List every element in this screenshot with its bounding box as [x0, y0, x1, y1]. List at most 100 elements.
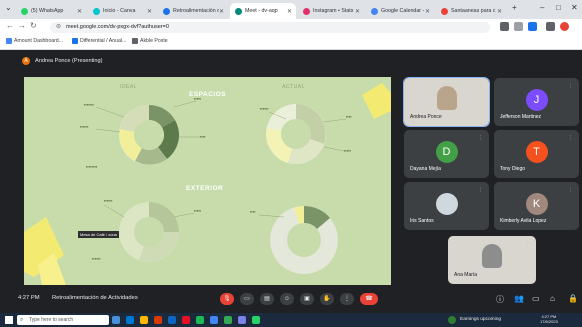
bookmark-item[interactable]: Akble Poste — [132, 38, 168, 44]
chart-label: ▪▪▪▪ — [346, 114, 352, 119]
minimize-button[interactable]: – — [540, 3, 544, 12]
tab-favicon-icon — [303, 7, 310, 15]
taskbar-app-icon[interactable] — [182, 316, 190, 324]
tab-close-icon[interactable]: ✕ — [219, 8, 224, 15]
slide-subheading-ideal: IDEAL — [120, 84, 137, 90]
mic-muted-icon: ⋮ — [478, 187, 483, 193]
participant-tile[interactable]: ⋮ Ana María — [448, 236, 536, 284]
chart-label: ▪▪▪▪▪▪ — [104, 198, 113, 203]
browser-tab[interactable]: (5) WhatsApp ✕ — [16, 3, 86, 19]
site-info-icon[interactable]: ⊜ — [56, 22, 61, 33]
forward-icon[interactable]: → — [18, 21, 26, 30]
news-ticker[interactable]: Earnings upcoming — [460, 317, 501, 322]
taskbar-app-icon[interactable] — [210, 316, 218, 324]
tab-label: Inicio - Canva — [103, 8, 136, 14]
tab-close-icon[interactable]: ✕ — [287, 8, 292, 15]
participant-name: Andrea Ponce — [410, 114, 442, 120]
taskbar-app-icon[interactable] — [154, 316, 162, 324]
participant-tile[interactable]: J ⋮ Jefferson Martinez — [494, 78, 579, 126]
tab-close-icon[interactable]: ✕ — [355, 8, 360, 15]
chart-tooltip: Mesa de Café / zona — [78, 231, 119, 238]
participant-avatar: D — [435, 141, 458, 163]
tab-favicon-icon — [93, 7, 100, 15]
taskbar-app-icon[interactable] — [238, 316, 246, 324]
present-button[interactable]: ▣ — [300, 293, 314, 305]
taskbar-app-icon[interactable] — [140, 316, 148, 324]
more-options-button[interactable]: ⋮ — [340, 293, 354, 305]
emoji-button[interactable]: ☺ — [280, 293, 294, 305]
browser-tab[interactable]: Santaaneas para c ✕ — [436, 3, 506, 19]
tab-close-icon[interactable]: ✕ — [77, 8, 82, 15]
bookmark-item[interactable]: Differential / Anual... — [72, 38, 126, 44]
cast-icon[interactable] — [500, 22, 509, 31]
microphone-off-button[interactable]: 🎙 — [220, 293, 234, 305]
browser-tab[interactable]: Meet - dv-aqp ✕ — [230, 3, 296, 19]
bookmark-item[interactable]: Amount Dashboard... — [6, 38, 63, 44]
browser-tab[interactable]: Google Calendar - W✕ — [366, 3, 434, 19]
reload-icon[interactable]: ↻ — [30, 21, 37, 30]
browser-tab[interactable]: Instagram • Stats ✕ — [298, 3, 364, 19]
raise-hand-button[interactable]: ✋ — [320, 293, 334, 305]
chart-label: ▪▪▪▪▪ — [194, 96, 202, 101]
participant-name: Kimberly Avila Lopez — [500, 218, 547, 224]
taskbar-app-icon[interactable] — [196, 316, 204, 324]
back-icon[interactable]: ← — [6, 21, 14, 30]
taskbar-search-input[interactable]: ⌕ Type here to search — [17, 315, 109, 325]
taskbar-app-icon[interactable] — [112, 316, 120, 324]
profile-avatar[interactable] — [560, 22, 569, 31]
mic-muted-icon: ⋮ — [568, 187, 573, 193]
participant-name: Jefferson Martinez — [500, 114, 542, 120]
taskbar-app-icon[interactable] — [126, 316, 134, 324]
chart-label: ▪▪▪▪ — [250, 209, 256, 214]
meeting-title: Retroalimentación de Actividades — [52, 295, 138, 301]
browser-tab[interactable]: Inicio - Canva ✕ — [88, 3, 156, 19]
host-controls-icon[interactable]: 🔒 — [568, 294, 578, 303]
participant-tile[interactable]: K ⋮ Kimberly Avila Lopez — [494, 182, 579, 230]
chart-label: ▪▪▪▪▪▪▪▪ — [86, 164, 98, 169]
search-icon: ⌕ — [20, 317, 24, 323]
participant-video — [482, 244, 502, 268]
activities-icon[interactable]: ⌂ — [550, 294, 555, 303]
participant-tile[interactable]: D ⋮ Dayana Mejía — [404, 130, 489, 178]
leave-call-button[interactable]: ☎ — [360, 293, 378, 305]
mic-muted-icon: ⋮ — [478, 135, 483, 141]
taskbar-app-icon[interactable] — [168, 316, 176, 324]
tab-favicon-icon — [163, 7, 170, 15]
sidebar-icon[interactable] — [546, 22, 555, 31]
tab-close-icon[interactable]: ✕ — [147, 8, 152, 15]
bookmark-star-icon[interactable] — [514, 22, 523, 31]
meeting-details-icon[interactable]: ⓘ — [496, 294, 504, 305]
donut-ideal-exterior — [119, 202, 179, 262]
tab-favicon-icon — [441, 7, 448, 15]
tab-close-icon[interactable]: ✕ — [425, 8, 430, 15]
tab-label: Instagram • Stats — [313, 8, 354, 14]
camera-button[interactable]: ▭ — [240, 293, 254, 305]
donut-actual-exterior — [270, 205, 338, 274]
mic-muted-icon: ⋮ — [525, 241, 530, 247]
people-icon[interactable]: 👥 — [514, 294, 524, 303]
weather-icon[interactable] — [448, 316, 456, 324]
url-field[interactable]: ⊜ meet.google.com/dv-pxgx-dvf?authuser=0 — [50, 22, 490, 33]
captions-button[interactable]: ▤ — [260, 293, 274, 305]
new-tab-button[interactable]: + — [512, 3, 517, 12]
close-window-button[interactable]: ✕ — [571, 3, 578, 12]
taskbar-app-icon[interactable] — [224, 316, 232, 324]
tab-search-icon[interactable]: ⌄ — [5, 3, 12, 12]
taskbar-app-icon[interactable] — [252, 316, 260, 324]
maximize-button[interactable]: □ — [556, 3, 561, 12]
tab-close-icon[interactable]: ✕ — [497, 8, 502, 15]
chat-icon[interactable]: ▭ — [532, 294, 540, 303]
participant-tile[interactable]: ⋮ Andrea Ponce — [403, 77, 490, 127]
mic-muted-icon: ⋮ — [568, 135, 573, 141]
extension-icon[interactable] — [528, 22, 537, 31]
participant-tile[interactable]: ⋮ Iris Santos — [404, 182, 489, 230]
participant-name: Tony Diego — [500, 166, 526, 172]
system-clock[interactable]: 4:27 PM 17/6/2023 — [540, 314, 558, 324]
participant-name: Dayana Mejía — [410, 166, 441, 172]
participant-avatar: T — [525, 141, 548, 163]
participant-tile[interactable]: T ⋮ Tony Diego — [494, 130, 579, 178]
windows-start-icon[interactable] — [5, 316, 13, 324]
presenter-label: Andrea Ponce (Presenting) — [35, 58, 103, 64]
tab-label: Meet - dv-aqp — [245, 8, 278, 14]
browser-tab[interactable]: Retroalimentación de ✕ — [158, 3, 228, 19]
